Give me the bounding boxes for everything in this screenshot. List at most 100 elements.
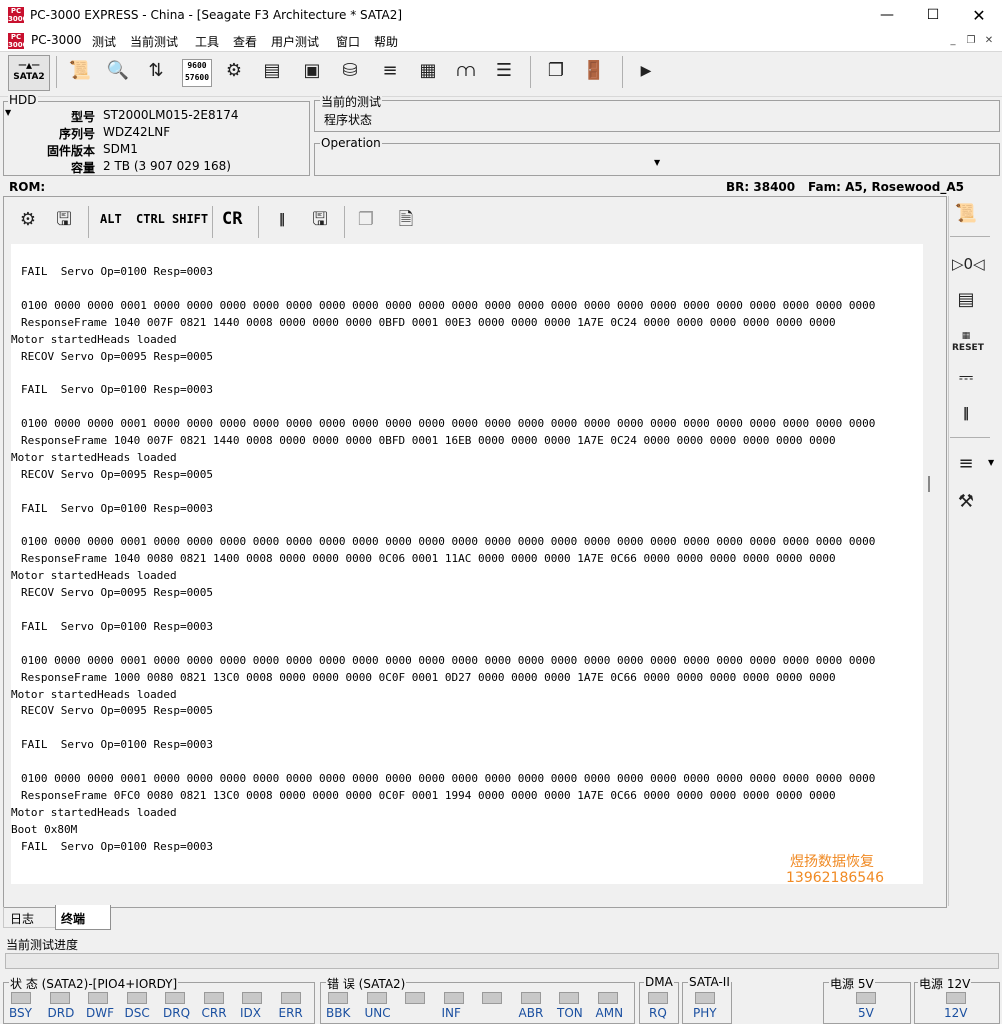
menu-view[interactable]: 查看 [233, 33, 257, 50]
log-file-icon[interactable]: 🗎 [392, 204, 420, 236]
heads-icon[interactable]: ≡ [376, 55, 404, 87]
alt-key-button[interactable]: ALT [100, 212, 122, 226]
exit-icon[interactable]: 🚪 [580, 55, 608, 87]
status-led-label: DRQ [163, 1006, 191, 1020]
toolbar-separator [344, 206, 345, 238]
current-test-value: 程序状态 [324, 113, 373, 127]
power-5v-label: 5V [858, 1006, 874, 1020]
error-led-label: ABR [518, 1006, 544, 1020]
copy-icon[interactable]: ❐ [352, 204, 380, 236]
terminal-line: FAIL Servo Op=0100 Resp=0003 [21, 619, 214, 633]
search-icon[interactable]: 🔍 [104, 55, 132, 87]
menu-window[interactable]: 窗口 [336, 33, 360, 50]
terminal-line: ResponseFrame 1040 0080 0821 1400 0008 0… [21, 552, 836, 566]
scroll-info-icon[interactable]: 📜 [66, 55, 94, 87]
power-5v-led[interactable] [856, 992, 876, 1004]
power-12v-led[interactable] [946, 992, 966, 1004]
zero-icon[interactable]: ▷0◁ [952, 248, 985, 280]
terminal-line: Motor startedHeads loaded [11, 332, 177, 346]
grid-icon[interactable]: ▦ [414, 55, 442, 87]
scrollbar-thumb[interactable] [928, 476, 930, 492]
minimize-button[interactable]: — [864, 0, 910, 31]
current-test-title: 当前的测试 [320, 93, 383, 110]
current-test-panel [314, 100, 1000, 132]
pause-icon[interactable]: ‖ [952, 398, 980, 430]
status-led-label: DWF [86, 1006, 115, 1020]
dma-rq-led [648, 992, 668, 1004]
scroll-icon[interactable]: 📜 [952, 198, 980, 230]
error-register-leds: BBK UNC INF ABR TON AMN [320, 992, 632, 1022]
hdd-group-title: HDD [8, 93, 38, 107]
mdi-minimize-button[interactable]: _ [946, 34, 960, 48]
status-led-label: DRD [47, 1006, 75, 1020]
error-led-label: TON [557, 1006, 583, 1020]
menu-current-test[interactable]: 当前测试 [130, 33, 178, 50]
terminal-line: FAIL Servo Op=0100 Resp=0003 [21, 383, 214, 397]
board-icon[interactable]: ▤ [952, 284, 980, 316]
status-led-label: DSC [124, 1006, 150, 1020]
tab-log-label: 日志 [10, 912, 35, 926]
close-button[interactable]: ✕ [956, 0, 1002, 31]
settings-icon[interactable]: ⚙ [14, 204, 42, 236]
disk-icon[interactable]: ⛁ [336, 55, 364, 87]
cr-key-button[interactable]: CR [222, 209, 242, 229]
tab-log[interactable]: 日志 [3, 907, 57, 928]
tree-icon[interactable]: ⩋ [452, 55, 480, 87]
error-led [597, 992, 618, 1004]
mdi-app-icon[interactable]: PC 3000 [8, 33, 27, 49]
shift-key-button[interactable]: SHIFT [172, 212, 208, 226]
chevron-down-icon[interactable]: ▼ [988, 458, 994, 467]
transfer-icon[interactable]: ⇅ [142, 55, 170, 87]
reset-icon[interactable]: ▦ RESET [952, 324, 984, 356]
error-led [328, 992, 348, 1004]
status-led-label: CRR [201, 1006, 227, 1020]
board-icon[interactable]: ▣ [298, 55, 326, 87]
toolbar-separator [950, 236, 990, 237]
terminal-line: ResponseFrame 1040 007F 0821 1440 0008 0… [21, 434, 836, 447]
error-register-title: 错 误 (SATA2) [326, 975, 407, 992]
baud-rate-button[interactable]: 9600 57600 [182, 59, 212, 87]
toolbar-separator [56, 56, 57, 88]
error-led-label: AMN [595, 1006, 624, 1020]
list-icon[interactable]: ☰ [490, 55, 518, 87]
save-icon[interactable]: 🖫 [50, 204, 78, 236]
tab-terminal[interactable]: 终端 [55, 905, 111, 930]
play-icon[interactable]: ▶ [632, 55, 660, 87]
dma-title: DMA [644, 975, 674, 989]
menu-test[interactable]: 测试 [92, 33, 116, 50]
maximize-button[interactable]: ☐ [910, 0, 956, 31]
window-title: PC-3000 EXPRESS - China - [Seagate F3 Ar… [30, 8, 403, 22]
terminal-line: ResponseFrame 0FC0 0080 0821 13C0 0008 0… [21, 788, 836, 802]
sata-mode-button[interactable]: ─▴─ SATA2 [8, 55, 50, 91]
operation-select[interactable]: ▼ [316, 156, 666, 172]
chip-icon[interactable]: ▤ [258, 55, 286, 87]
menu-user-test[interactable]: 用户测试 [271, 33, 319, 50]
pause-icon[interactable]: ‖ [268, 204, 296, 236]
gear-icon[interactable]: ⚙ [220, 55, 248, 87]
toolbar-separator [88, 206, 89, 238]
menu-tools[interactable]: 工具 [195, 33, 219, 50]
watermark-phone: 13962186546 [786, 870, 884, 886]
mdi-close-button[interactable]: ✕ [982, 34, 996, 48]
terminal-line: Motor startedHeads loaded [11, 450, 177, 464]
dma-rq-label: RQ [649, 1006, 667, 1020]
baud-rate-readout: BR: 38400 [726, 180, 796, 194]
menu-help[interactable]: 帮助 [374, 33, 398, 50]
status-register-title: 状 态 (SATA2)-[PIO4+IORDY] [9, 975, 179, 992]
tools-icon[interactable]: ⚒ [952, 486, 980, 518]
ctrl-key-button[interactable]: CTRL [136, 212, 165, 226]
terminal-line: 0100 0000 0000 0001 0000 0000 0000 0000 … [21, 653, 876, 667]
save-cancel-icon[interactable]: 🖫 [306, 204, 334, 236]
toolbar-separator [950, 437, 990, 438]
error-led-label: BBK [326, 1006, 351, 1020]
rom-label: ROM: [9, 180, 46, 194]
power-switch-icon[interactable]: ⎓ [952, 362, 980, 394]
terminal-line: FAIL Servo Op=0100 Resp=0003 [21, 501, 214, 515]
menu-pc3000[interactable]: PC-3000 [31, 33, 81, 47]
terminal-output[interactable]: FAIL Servo Op=0100 Resp=0003 0100 0000 00… [11, 244, 923, 884]
heads-config-icon[interactable]: ≡ [952, 448, 980, 480]
chevron-down-icon: ▼ [654, 158, 661, 167]
windows-icon[interactable]: ❐ [542, 55, 570, 87]
terminal-line: RECOV Servo Op=0095 Resp=0005 [21, 704, 214, 718]
mdi-restore-button[interactable]: ❐ [964, 34, 978, 48]
